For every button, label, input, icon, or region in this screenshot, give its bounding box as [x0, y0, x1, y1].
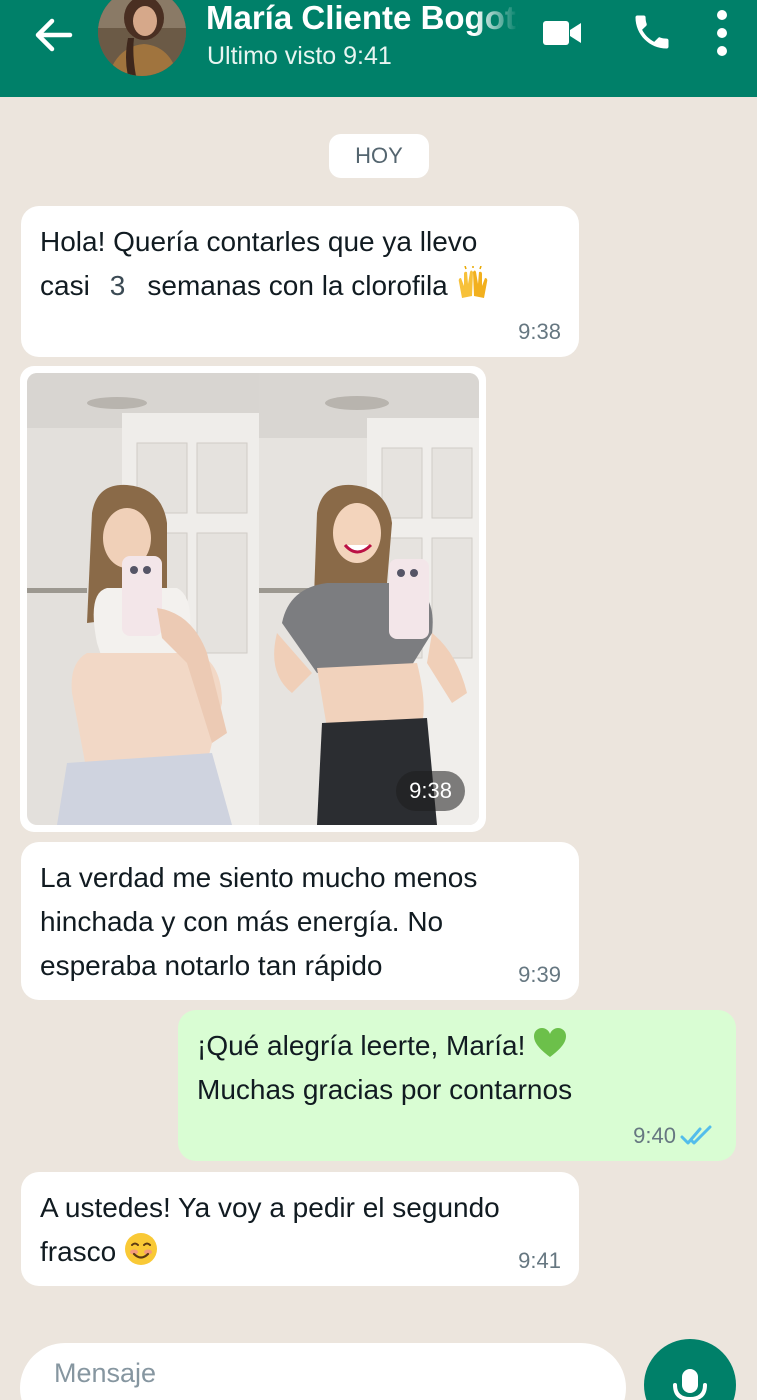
message-text-line: A ustedes! Ya voy a pedir el segundo [40, 1192, 500, 1223]
more-options-button[interactable] [706, 8, 738, 58]
phone-icon [635, 15, 669, 49]
avatar[interactable] [98, 0, 186, 76]
before-after-photo [27, 373, 479, 825]
more-vert-icon [717, 10, 727, 56]
contact-name[interactable]: María Cliente Bogotá [206, 0, 518, 38]
contact-photo [98, 0, 186, 76]
date-separator: HOY [329, 134, 429, 178]
image-message[interactable]: 9:38 [20, 366, 486, 832]
last-seen-status: Ultimo visto 9:41 [207, 42, 392, 70]
message-outgoing[interactable]: ¡Qué alegría leerte, María! Muchas graci… [178, 1010, 736, 1161]
message-text-part: casi [40, 270, 90, 301]
message-text-line: hinchada y con más energía. No [40, 906, 444, 937]
green-heart-emoji-icon [534, 1028, 567, 1057]
message-text-part: frasco [40, 1236, 117, 1267]
message-photo[interactable]: 9:38 [27, 373, 479, 825]
message-incoming[interactable]: La verdad me siento mucho menos hinchada… [21, 842, 579, 1000]
message-text-part: semanas con la clorofila [147, 270, 448, 301]
message-time: 9:39 [518, 962, 561, 987]
message-time: 9:41 [518, 1248, 561, 1273]
microphone-icon [673, 1369, 707, 1400]
message-text-line: Muchas gracias por contarnos [197, 1074, 573, 1105]
message-text-line: Hola! Quería contarles que ya llevo [40, 226, 478, 257]
message-time: 9:40 [633, 1123, 676, 1148]
message-text-line: ¡Qué alegría leerte, María! [197, 1024, 718, 1068]
message-text-line: casi 3 semanas con la clorofila [40, 264, 561, 308]
voice-call-button[interactable] [630, 10, 674, 54]
message-text-line: La verdad me siento mucho menos [40, 862, 478, 893]
chat-screen: María Cliente Bogotá Ultimo visto 9:41 H… [0, 0, 757, 1400]
chat-header: María Cliente Bogotá Ultimo visto 9:41 [0, 0, 757, 97]
raising-hands-emoji-icon [458, 266, 487, 298]
message-text-part: ¡Qué alegría leerte, María! [197, 1030, 526, 1061]
message-text-line: frasco [40, 1230, 561, 1274]
voice-message-button[interactable] [644, 1339, 736, 1400]
back-arrow-icon [35, 18, 73, 52]
message-input[interactable] [20, 1343, 626, 1400]
back-button[interactable] [30, 12, 76, 58]
message-incoming[interactable]: A ustedes! Ya voy a pedir el segundo fra… [21, 1172, 579, 1286]
video-call-button[interactable] [540, 13, 584, 53]
message-time: 9:38 [518, 319, 561, 344]
message-text-line: esperaba notarlo tan rápido [40, 950, 383, 981]
smiling-face-emoji-icon [125, 1233, 158, 1265]
message-number: 3 [109, 270, 126, 301]
video-camera-icon [543, 21, 581, 45]
delivered-check-icon [680, 1125, 712, 1145]
image-time: 9:38 [396, 771, 465, 811]
message-incoming[interactable]: Hola! Quería contarles que ya llevo casi… [21, 206, 579, 357]
